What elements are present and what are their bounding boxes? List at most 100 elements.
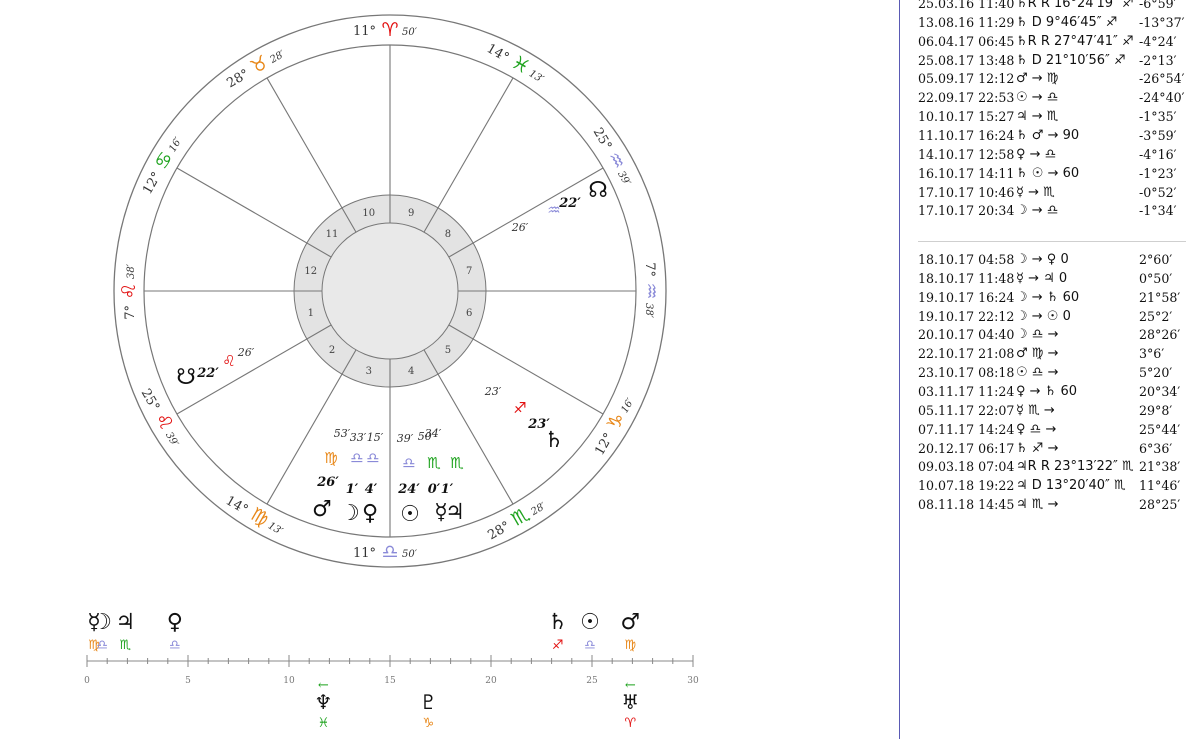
event-ev: ♃ D 13°20′40″ ♏ bbox=[1016, 478, 1126, 494]
planet-degree: 4′ bbox=[365, 482, 378, 497]
event-ev: ♄ D 9°46′45″ ♐ bbox=[1016, 14, 1118, 30]
event-ev: ☿ → ♃ 0 bbox=[1016, 270, 1068, 286]
scale-tick-label: 20 bbox=[485, 676, 497, 686]
event-ev: ☽ → ☉ 0 bbox=[1016, 308, 1071, 324]
event-date: 19.10.17 22:12 bbox=[918, 308, 1015, 324]
scale-planet-icon: ♀ bbox=[167, 610, 183, 635]
event-val: 11°46′ bbox=[1139, 478, 1181, 494]
cusp-degree: 11° bbox=[353, 546, 376, 561]
event-date: 23.10.17 08:18 bbox=[918, 365, 1015, 381]
scale-sign-icon: ♑ bbox=[423, 716, 435, 731]
cusp-degree: 12° bbox=[140, 170, 165, 197]
house-number: 2 bbox=[329, 345, 335, 356]
event-date: 22.09.17 22:53 bbox=[918, 90, 1015, 106]
cusp-label: 11° ♎ 50′ bbox=[353, 541, 418, 563]
event-ev: ♂ ♍ → bbox=[1016, 346, 1059, 362]
house-cusp-line bbox=[448, 167, 604, 258]
house-cusp-line bbox=[423, 77, 514, 233]
event-date: 22.10.17 21:08 bbox=[918, 346, 1015, 362]
panel-divider bbox=[899, 0, 900, 739]
event-ev: ☉ → ♎ bbox=[1016, 90, 1059, 106]
planet-glyph-icon: ♃ bbox=[445, 500, 465, 525]
planet-glyph-icon: ♂ bbox=[312, 497, 332, 522]
event-val: 21°58′ bbox=[1139, 289, 1181, 305]
scale-planet-icon: ♆ bbox=[314, 690, 332, 714]
house-number: 12 bbox=[304, 266, 317, 277]
scale-sign-icon: ♍ bbox=[625, 638, 637, 653]
center-circle bbox=[321, 222, 459, 360]
event-date: 16.10.17 14:11 bbox=[918, 165, 1015, 181]
events-separator bbox=[918, 241, 1186, 242]
event-ev: ♀ → ♎ bbox=[1016, 146, 1057, 162]
cusp-minute: 28′ bbox=[268, 49, 288, 67]
planet-minute: 26′ bbox=[511, 221, 529, 234]
event-val: 25°2′ bbox=[1139, 308, 1173, 324]
event-ev: ♄ ♂ → 90 bbox=[1016, 127, 1080, 143]
scale-tick-label: 0 bbox=[84, 676, 90, 686]
cusp-sign-icon: ♌ bbox=[118, 282, 140, 299]
house-number: 4 bbox=[408, 366, 414, 377]
event-date: 14.10.17 12:58 bbox=[918, 146, 1015, 162]
cusp-degree: 7° bbox=[123, 305, 138, 320]
event-ev: ☉ ♎ → bbox=[1016, 365, 1059, 381]
scale-sign-icon: ♐ bbox=[552, 638, 564, 653]
planet-degree: 0′ bbox=[428, 482, 441, 497]
cusp-minute: 16′ bbox=[167, 135, 184, 154]
house-number: 9 bbox=[408, 208, 414, 219]
event-date: 17.10.17 20:34 bbox=[918, 203, 1015, 219]
planet-minute: 26′ bbox=[237, 346, 255, 359]
event-ev: ☽ → ♀ 0 bbox=[1016, 252, 1069, 267]
scale-planet-icon: ♇ bbox=[419, 690, 437, 714]
event-val: 28°25′ bbox=[1139, 497, 1181, 513]
planet-degree: 24′ bbox=[397, 482, 420, 497]
scale-sign-icon: ♎ bbox=[169, 638, 181, 653]
event-val: -2°13′ bbox=[1139, 52, 1177, 68]
planet-minute: 15′ bbox=[367, 431, 384, 444]
scale-planet-icon: ♃ bbox=[116, 610, 136, 635]
event-val: -24°40′ bbox=[1139, 90, 1185, 106]
cusp-minute: 13′ bbox=[266, 520, 285, 537]
planet-sign-icon: ♎ bbox=[350, 449, 363, 467]
planet-minute: 34′ bbox=[425, 427, 442, 440]
event-val: 0°50′ bbox=[1139, 270, 1173, 286]
scale-planet-icon: ☉ bbox=[580, 610, 600, 635]
cusp-sign-icon: ♒ bbox=[640, 282, 662, 299]
house-number: 1 bbox=[308, 308, 314, 319]
planet-glyph-icon: ☽ bbox=[340, 501, 360, 526]
event-date: 05.11.17 22:07 bbox=[918, 402, 1015, 418]
astro-wheel-chart: 123 45678910111211° ♈ 50′14°♓13′25°♒39′7°♒3… bbox=[84, 14, 699, 731]
house-number: 8 bbox=[445, 229, 451, 240]
event-date: 10.10.17 15:27 bbox=[918, 109, 1015, 125]
scale-tick-label: 5 bbox=[185, 676, 191, 686]
planet-degree: 26′ bbox=[316, 475, 339, 490]
planet-sign-icon: ♐ bbox=[513, 399, 526, 417]
house-number: 6 bbox=[466, 308, 472, 319]
planet-degree: 22′ bbox=[558, 196, 581, 211]
scale-planet-icon: ♅ bbox=[621, 690, 639, 714]
event-date: 11.10.17 16:24 bbox=[918, 127, 1015, 143]
event-ev: ☽ → ♄ 60 bbox=[1016, 289, 1080, 305]
planet-degree: 22′ bbox=[196, 366, 219, 381]
event-date: 20.10.17 04:40 bbox=[918, 327, 1015, 343]
scale-planet-icon: ♄ bbox=[548, 610, 568, 635]
cusp-label: 11° ♈ 50′ bbox=[353, 19, 418, 41]
event-date: 13.08.16 11:29 bbox=[918, 14, 1015, 30]
event-val: -6°59′ bbox=[1139, 0, 1177, 11]
event-ev: ♄R R 16°24′19″ ♐ bbox=[1016, 0, 1134, 11]
event-date: 19.10.17 16:24 bbox=[918, 289, 1015, 305]
event-val: 28°26′ bbox=[1139, 327, 1181, 343]
scale-planet-icon: ☽ bbox=[92, 610, 112, 635]
scale-sign-icon: ♎ bbox=[584, 638, 596, 653]
scale-tick-label: 30 bbox=[687, 676, 699, 686]
event-ev: ♀ ♎ → bbox=[1016, 421, 1057, 437]
event-val: -1°23′ bbox=[1139, 165, 1177, 181]
event-ev: ♀ → ♄ 60 bbox=[1016, 383, 1078, 399]
cusp-minute: 13′ bbox=[527, 68, 546, 85]
cusp-minute: 39′ bbox=[163, 430, 180, 449]
planet-degree: 1′ bbox=[441, 482, 454, 497]
event-date: 25.03.16 11:40 bbox=[918, 0, 1015, 11]
event-ev: ♂ → ♍ bbox=[1016, 71, 1059, 87]
cusp-label: 7° ♒ 38′ bbox=[640, 262, 662, 319]
planet-glyph-icon: ☋ bbox=[176, 365, 196, 390]
cusp-minute: 38′ bbox=[643, 303, 654, 319]
